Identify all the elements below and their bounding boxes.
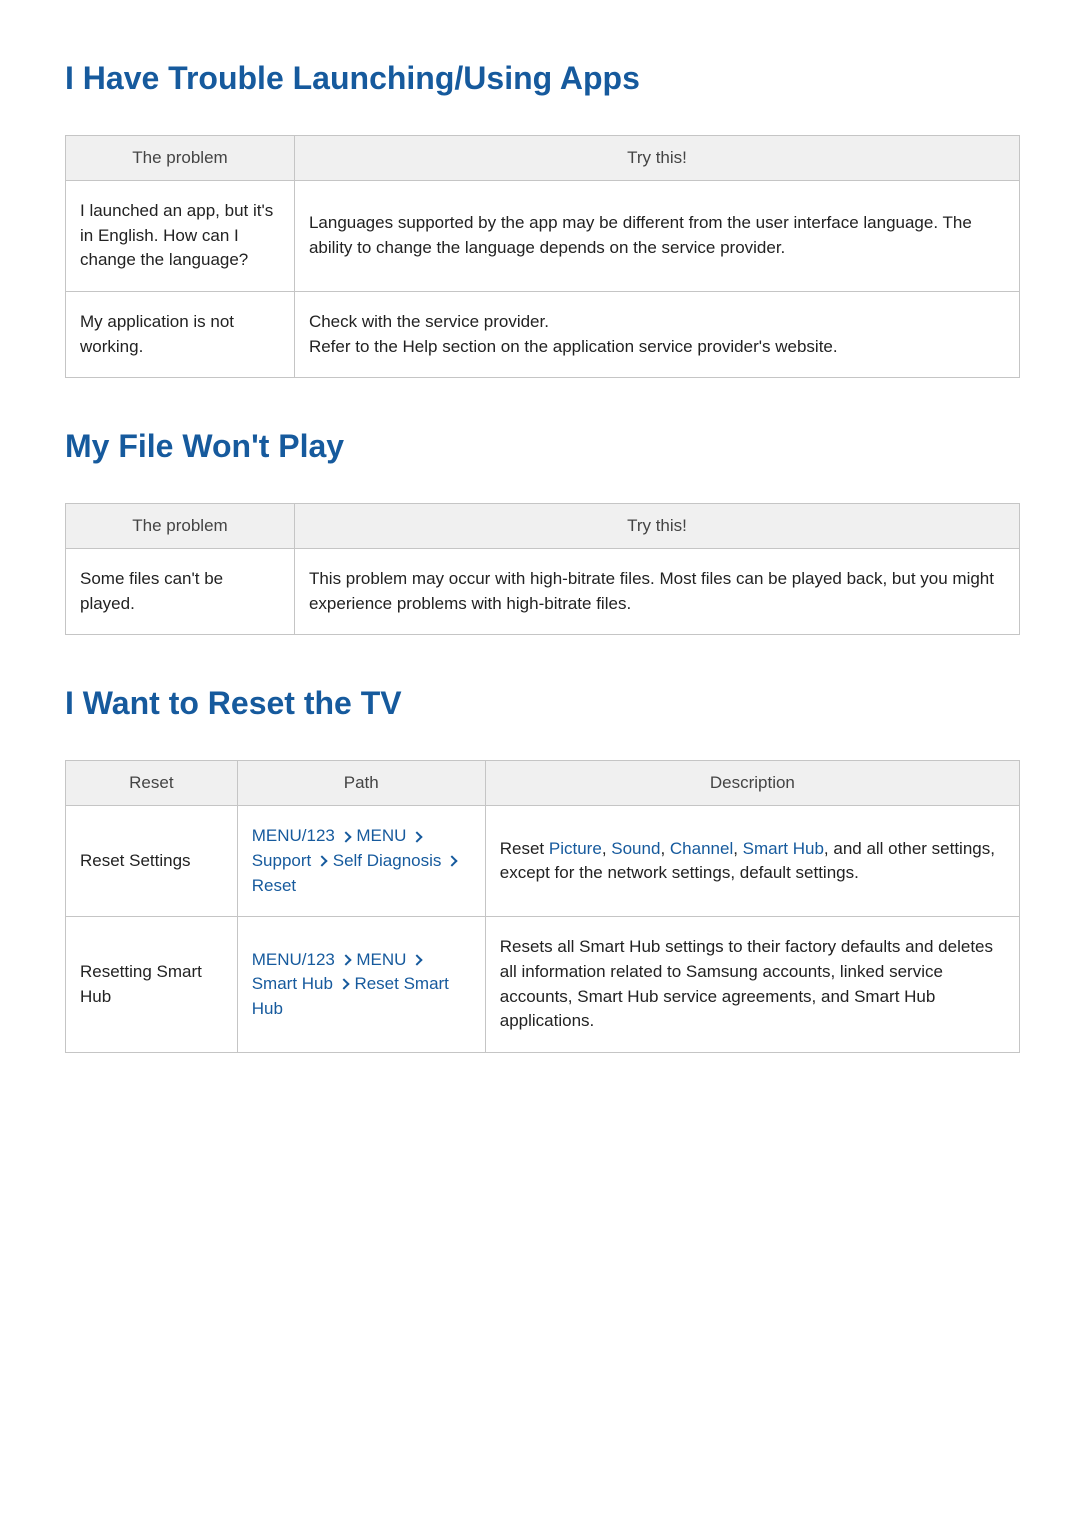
table-row: Some files can't be played. This problem… (66, 549, 1020, 635)
table-row: Resetting Smart Hub MENU/123 MENU Smart … (66, 917, 1020, 1053)
section1-header-solution: Try this! (294, 136, 1019, 181)
section1-header-problem: The problem (66, 136, 295, 181)
section3-heading: I Want to Reset the TV (65, 685, 1020, 722)
section2-header-problem: The problem (66, 504, 295, 549)
section3-header-reset: Reset (66, 761, 238, 806)
section3-header-description: Description (485, 761, 1019, 806)
path-segment: Self Diagnosis (333, 851, 442, 870)
path-segment: Smart Hub (252, 974, 333, 993)
chevron-right-icon (338, 979, 349, 990)
section1-table: The problem Try this! I launched an app,… (65, 135, 1020, 378)
section3-table: Reset Path Description Reset Settings ME… (65, 760, 1020, 1052)
section1-heading: I Have Trouble Launching/Using Apps (65, 60, 1020, 97)
section1-row1-solution: Check with the service provider. Refer t… (294, 291, 1019, 377)
section1-row0-problem: I launched an app, but it's in English. … (66, 181, 295, 292)
section2-row0-problem: Some files can't be played. (66, 549, 295, 635)
section-apps-trouble: I Have Trouble Launching/Using Apps The … (65, 60, 1020, 378)
table-row: I launched an app, but it's in English. … (66, 181, 1020, 292)
highlighted-term: Channel (670, 839, 733, 858)
section3-row0-description: Reset Picture, Sound, Channel, Smart Hub… (485, 806, 1019, 917)
path-segment: MENU/123 (252, 950, 335, 969)
section3-row1-description: Resets all Smart Hub settings to their f… (485, 917, 1019, 1053)
section-reset-tv: I Want to Reset the TV Reset Path Descri… (65, 685, 1020, 1052)
path-segment: Support (252, 851, 312, 870)
highlighted-term: Sound (611, 839, 660, 858)
path-segment: MENU/123 (252, 826, 335, 845)
table-row: Reset Settings MENU/123 MENU Support Sel… (66, 806, 1020, 917)
section2-header-solution: Try this! (294, 504, 1019, 549)
section1-row1-problem: My application is not working. (66, 291, 295, 377)
highlighted-term: Smart Hub (743, 839, 824, 858)
section1-row0-solution: Languages supported by the app may be di… (294, 181, 1019, 292)
section3-row1-path: MENU/123 MENU Smart Hub Reset Smart Hub (237, 917, 485, 1053)
section3-row0-reset: Reset Settings (66, 806, 238, 917)
path-segment: MENU (356, 826, 406, 845)
section2-row0-solution: This problem may occur with high-bitrate… (294, 549, 1019, 635)
chevron-right-icon (411, 831, 422, 842)
chevron-right-icon (316, 855, 327, 866)
path-segment: MENU (356, 950, 406, 969)
chevron-right-icon (340, 954, 351, 965)
section3-row1-reset: Resetting Smart Hub (66, 917, 238, 1053)
chevron-right-icon (446, 855, 457, 866)
table-row: My application is not working. Check wit… (66, 291, 1020, 377)
chevron-right-icon (411, 954, 422, 965)
highlighted-term: Picture (549, 839, 602, 858)
path-segment: Reset (252, 876, 296, 895)
chevron-right-icon (340, 831, 351, 842)
section3-row0-path: MENU/123 MENU Support Self Diagnosis Res… (237, 806, 485, 917)
section2-table: The problem Try this! Some files can't b… (65, 503, 1020, 635)
section-file-wont-play: My File Won't Play The problem Try this!… (65, 428, 1020, 635)
section3-header-path: Path (237, 761, 485, 806)
section2-heading: My File Won't Play (65, 428, 1020, 465)
